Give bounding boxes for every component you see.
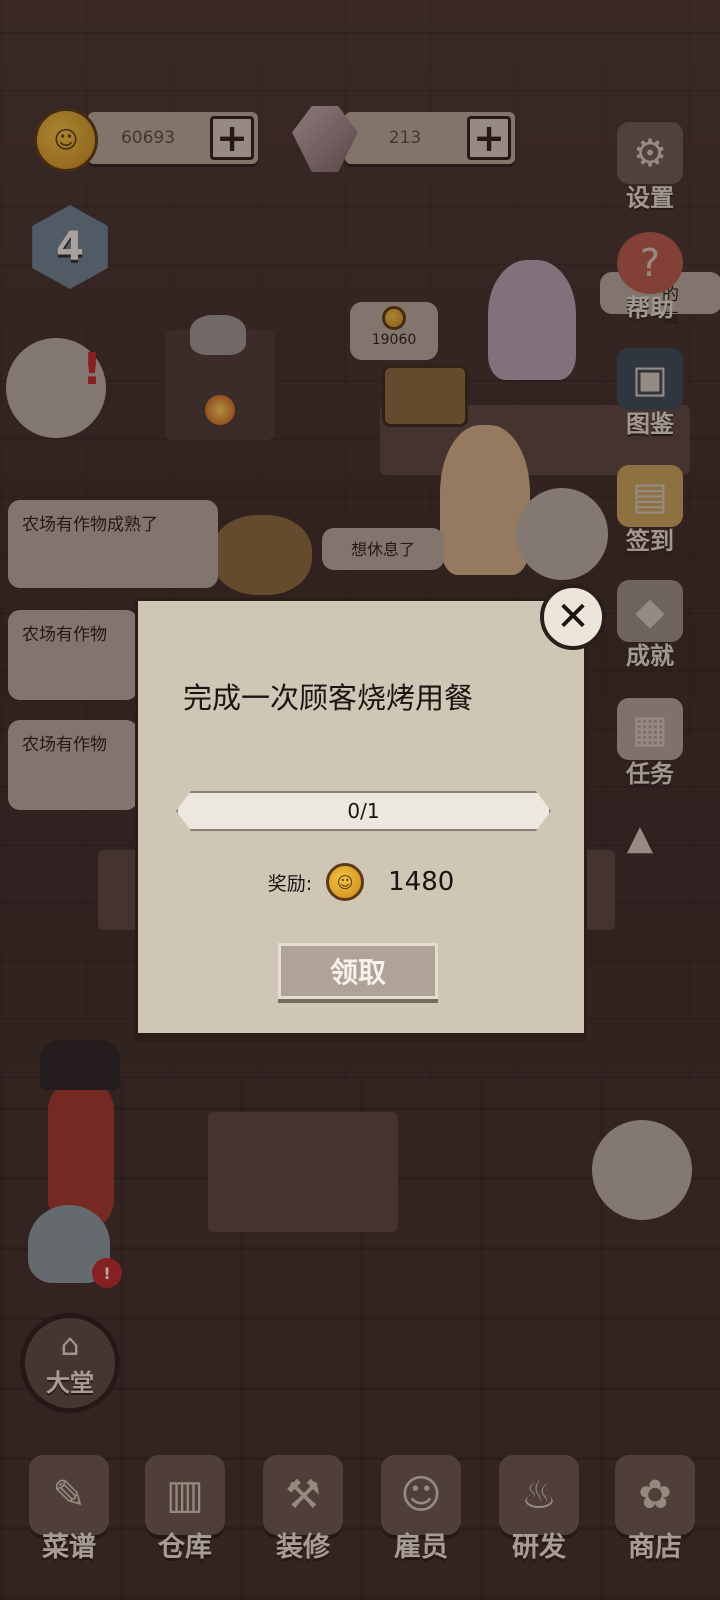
close-icon[interactable]: ✕ [540, 584, 606, 650]
reward-label: 奖励: [267, 872, 313, 895]
coin-icon: ☺ [326, 863, 365, 901]
task-progress-bar: 0/1 [176, 791, 551, 831]
reward-row: 奖励: ☺ 1480 [138, 863, 584, 901]
reward-value: 1480 [388, 867, 455, 897]
task-title: 完成一次顾客烧烤用餐 [183, 681, 474, 715]
task-progress-text: 0/1 [347, 799, 380, 823]
claim-button[interactable]: 领取 [278, 943, 438, 999]
task-modal: 完成一次顾客烧烤用餐 0/1 奖励: ☺ 1480 领取 [135, 598, 587, 1036]
